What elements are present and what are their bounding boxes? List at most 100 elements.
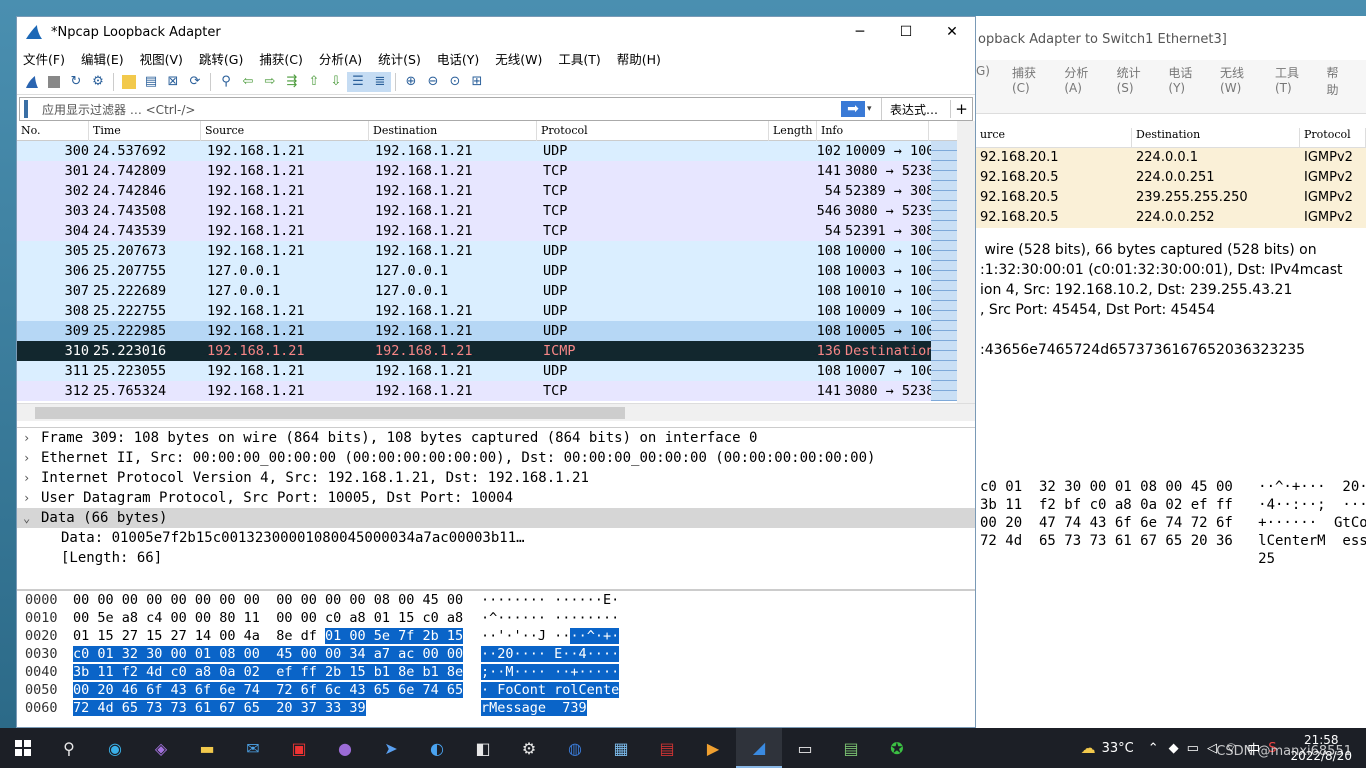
tray-chevron-icon[interactable]: ⌃	[1148, 741, 1159, 756]
packet-list[interactable]: No. Time Source Destination Protocol Len…	[17, 120, 975, 423]
app-blue-icon[interactable]: ◐	[414, 728, 460, 768]
capture-options-icon[interactable]: ⚙	[87, 72, 109, 92]
restart-capture-icon[interactable]: ↻	[65, 72, 87, 92]
search-icon[interactable]: ⚲	[46, 728, 92, 768]
col-no[interactable]: No.	[17, 120, 89, 141]
add-filter-button[interactable]: +	[950, 100, 972, 118]
menu-item-1[interactable]: 编辑(E)	[81, 49, 124, 68]
start-icon[interactable]	[0, 728, 46, 768]
find-packet-icon[interactable]: ⚲	[215, 72, 237, 92]
bg-packet-row[interactable]: 92.168.20.5 224.0.0.252 IGMPv2	[976, 208, 1366, 228]
col-info[interactable]: Info	[817, 120, 929, 141]
minimize-button[interactable]: ─	[837, 17, 883, 47]
colorize-icon[interactable]: ≣	[369, 71, 391, 92]
packet-row[interactable]: 310 25.223016 192.168.1.21 192.168.1.21 ICMP…	[17, 341, 975, 361]
bg-packet-row[interactable]: 92.168.20.5 239.255.255.250 IGMPv2	[976, 188, 1366, 208]
expand-icon[interactable]: ›	[23, 448, 41, 468]
resize-columns-icon[interactable]: ⊞	[466, 72, 488, 92]
hex-ascii[interactable]: ;··M···· ··+·····	[481, 663, 620, 681]
open-file-icon[interactable]	[118, 72, 140, 92]
wechat-icon[interactable]: ✪	[874, 728, 920, 768]
packet-row[interactable]: 307 25.222689 127.0.0.1 127.0.0.1 UDP 108 1001…	[17, 281, 975, 301]
expand-icon[interactable]: ›	[23, 488, 41, 508]
security-icon[interactable]: ◧	[460, 728, 506, 768]
console-icon[interactable]: ▭	[782, 728, 828, 768]
zoom-reset-icon[interactable]: ⊙	[444, 72, 466, 92]
maximize-button[interactable]: ☐	[883, 17, 929, 47]
wireshark-main-window[interactable]: *Npcap Loopback Adapter ─ ☐ ✕ 文件(F) 编辑(E)…	[16, 16, 976, 728]
hex-ascii[interactable]: ········ ······E·	[481, 591, 619, 609]
menu-item-3[interactable]: 跳转(G)	[199, 49, 243, 68]
zoom-out-icon[interactable]: ⊖	[422, 72, 444, 92]
detail-row[interactable]: › Internet Protocol Version 4, Src: 192.1…	[17, 468, 975, 488]
hex-ascii[interactable]: · FoCont rolCente	[481, 681, 620, 699]
start-capture-icon[interactable]	[21, 72, 43, 92]
terminal-app-icon[interactable]: ▶	[690, 728, 736, 768]
menu-item-5[interactable]: 分析(A)	[319, 49, 362, 68]
menu-item-0[interactable]: 文件(F)	[23, 49, 65, 68]
menu-item-9[interactable]: 工具(T)	[558, 49, 600, 68]
packet-list-vscroll[interactable]	[957, 121, 975, 403]
expand-icon[interactable]: ›	[23, 428, 41, 448]
zoom-in-icon[interactable]: ⊕	[400, 72, 422, 92]
bg-packet-row[interactable]: 92.168.20.5 224.0.0.251 IGMPv2	[976, 168, 1366, 188]
packet-row[interactable]: 300 24.537692 192.168.1.21 192.168.1.21 UDP 1…	[17, 141, 975, 161]
apply-filter-icon[interactable]: ➡	[840, 101, 865, 117]
detail-row[interactable]: › User Datagram Protocol, Src Port: 10005…	[17, 488, 975, 508]
autoscroll-icon[interactable]: ☰	[347, 71, 369, 92]
display-filter-bar[interactable]: 应用显示过滤器 … <Ctrl-/> ➡ ▾ 表达式… +	[19, 97, 973, 121]
hex-row[interactable]: 0050 00 20 46 6f 43 6f 6e 74 72 6f 6c 43 …	[17, 681, 975, 699]
packet-row[interactable]: 302 24.742846 192.168.1.21 192.168.1.21 TCP 5…	[17, 181, 975, 201]
hex-ascii[interactable]: rMessage 739	[481, 699, 587, 717]
edge-icon[interactable]: ◉	[92, 728, 138, 768]
packet-minimap[interactable]	[931, 141, 957, 401]
hex-row[interactable]: 0010 00 5e a8 c4 00 00 80 11 00 00 c0 a8 …	[17, 609, 975, 627]
go-to-packet-icon[interactable]: ⇶	[281, 72, 303, 92]
detail-row[interactable]: ⌄ Data (66 bytes)	[17, 508, 975, 528]
mail-icon[interactable]: ✉	[230, 728, 276, 768]
feishu-icon[interactable]: ➤	[368, 728, 414, 768]
col-time[interactable]: Time	[89, 120, 201, 141]
close-file-icon[interactable]: ⊠	[162, 72, 184, 92]
notes-icon[interactable]: ▤	[828, 728, 874, 768]
hex-bytes[interactable]: c0 01 32 30 00 01 08 00 45 00 00 34 a7 a…	[71, 645, 481, 663]
last-packet-icon[interactable]: ⇩	[325, 72, 347, 92]
expand-icon[interactable]: ⌄	[23, 508, 41, 528]
hex-row[interactable]: 0000 00 00 00 00 00 00 00 00 00 00 00 00 …	[17, 591, 975, 609]
menu-item-7[interactable]: 电话(Y)	[437, 49, 479, 68]
expression-button[interactable]: 表达式…	[880, 98, 950, 120]
title-bar[interactable]: *Npcap Loopback Adapter ─ ☐ ✕	[17, 17, 975, 47]
hex-bytes[interactable]: 00 5e a8 c4 00 00 80 11 00 00 c0 a8 01 1…	[71, 609, 481, 627]
temperature[interactable]: 33°C	[1102, 741, 1134, 756]
bg-packet-row[interactable]: 92.168.20.1 224.0.0.1 IGMPv2	[976, 148, 1366, 168]
packet-list-hscroll[interactable]	[17, 403, 975, 421]
weather-icon[interactable]: ☁	[1081, 739, 1096, 757]
packet-row[interactable]: 312 25.765324 192.168.1.21 192.168.1.21 TCP 1…	[17, 381, 975, 401]
menu-item-10[interactable]: 帮助(H)	[617, 49, 661, 68]
col-length[interactable]: Length	[769, 120, 817, 141]
hex-bytes[interactable]: 00 00 00 00 00 00 00 00 00 00 00 00 08 0…	[71, 591, 481, 609]
hex-row[interactable]: 0040 3b 11 f2 4d c0 a8 0a 02 ef ff 2b 15 …	[17, 663, 975, 681]
detail-subrow[interactable]: Data: 01005e7f2b15c001323000010800450000…	[17, 528, 975, 548]
hex-bytes[interactable]: 00 20 46 6f 43 6f 6e 74 72 6f 6c 43 65 6…	[71, 681, 481, 699]
expand-icon[interactable]: ›	[23, 468, 41, 488]
packet-bytes[interactable]: 0000 00 00 00 00 00 00 00 00 00 00 00 00 …	[17, 589, 975, 729]
go-back-icon[interactable]: ⇦	[237, 72, 259, 92]
packet-row[interactable]: 309 25.222985 192.168.1.21 192.168.1.21 UDP 1…	[17, 321, 975, 341]
save-file-icon[interactable]: ▤	[140, 72, 162, 92]
first-packet-icon[interactable]: ⇧	[303, 72, 325, 92]
cisco-icon[interactable]: ▤	[644, 728, 690, 768]
file-explorer-icon[interactable]: ▬	[184, 728, 230, 768]
menu-item-2[interactable]: 视图(V)	[140, 49, 183, 68]
packet-row[interactable]: 304 24.743539 192.168.1.21 192.168.1.21 TCP 5…	[17, 221, 975, 241]
filter-dropdown-icon[interactable]: ▾	[867, 104, 881, 114]
hex-row[interactable]: 0060 72 4d 65 73 73 61 67 65 20 37 33 39 r…	[17, 699, 975, 717]
browser-icon[interactable]: ◍	[552, 728, 598, 768]
detail-subrow[interactable]: [Length: 66]	[17, 548, 975, 568]
packet-row[interactable]: 311 25.223055 192.168.1.21 192.168.1.21 UDP 1…	[17, 361, 975, 381]
menu-item-4[interactable]: 捕获(C)	[259, 49, 302, 68]
col-source[interactable]: Source	[201, 120, 369, 141]
packet-row[interactable]: 306 25.207755 127.0.0.1 127.0.0.1 UDP 108 1000…	[17, 261, 975, 281]
settings-icon[interactable]: ⚙	[506, 728, 552, 768]
hex-bytes[interactable]: 72 4d 65 73 73 61 67 65 20 37 33 39	[71, 699, 481, 717]
